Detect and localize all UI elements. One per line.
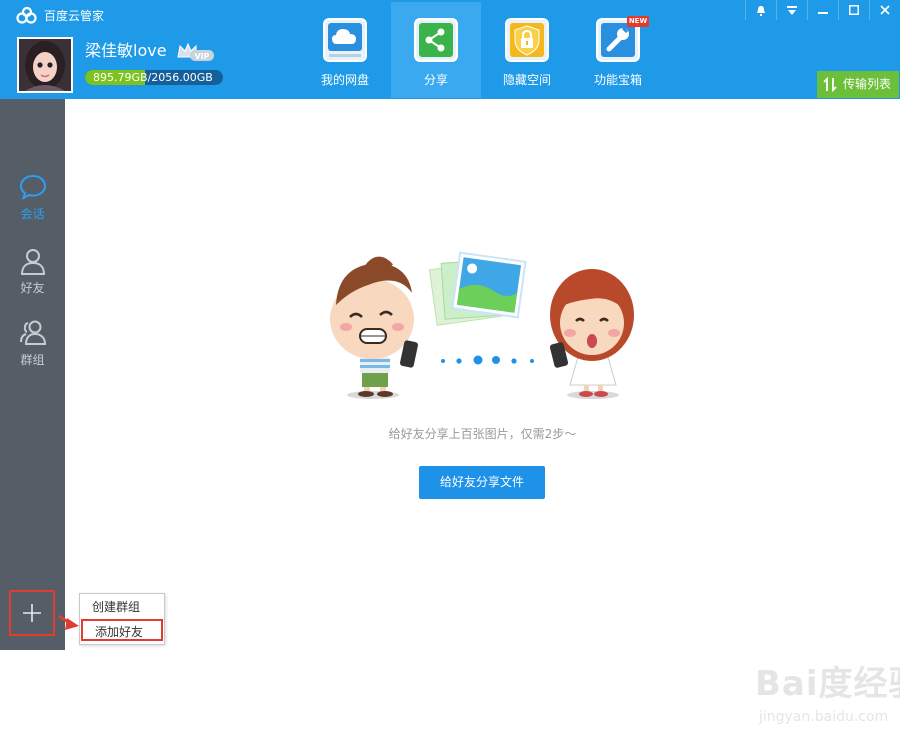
lock-icon	[505, 18, 549, 62]
baidu-jingyan-watermark: Bai度经验 jingyan.baidu.com	[755, 664, 900, 734]
tab-share[interactable]: 分享	[391, 2, 481, 98]
cloud-drive-icon	[323, 18, 367, 62]
transfer-list-button[interactable]: 传输列表	[817, 71, 899, 98]
sidebar-item-groups[interactable]: 群组	[0, 318, 65, 380]
tab-toolbox[interactable]: NEW 功能宝箱	[573, 2, 663, 98]
menu-item-create-group[interactable]: 创建群组	[80, 596, 164, 618]
minimize-button[interactable]	[807, 0, 838, 20]
watermark-text: Bai度经验	[755, 664, 900, 704]
group-icon	[20, 320, 47, 345]
girl-character	[549, 269, 634, 399]
transfer-list-label: 传输列表	[843, 77, 892, 91]
sidebar-label-friends: 好友	[20, 281, 45, 295]
plus-icon	[23, 604, 41, 622]
left-sidebar: 会话 好友 群组	[0, 99, 65, 650]
sidebar-label-groups: 群组	[20, 353, 45, 367]
vip-crown-icon[interactable]: VIP	[176, 42, 216, 62]
add-button[interactable]	[9, 590, 55, 636]
tab-hidden-space[interactable]: 隐藏空间	[482, 2, 572, 98]
progress-dots	[441, 355, 534, 365]
sidebar-item-friends[interactable]: 好友	[0, 246, 65, 308]
app-title: 百度云管家	[44, 9, 105, 23]
friend-icon	[20, 249, 46, 275]
add-popup-menu: 创建群组 添加好友	[79, 593, 165, 645]
tab-toolbox-label: 功能宝箱	[593, 73, 642, 87]
baidu-cloud-logo-icon	[16, 7, 37, 24]
notification-button[interactable]	[745, 0, 776, 20]
share-illustration	[330, 251, 634, 399]
photo-stack	[428, 251, 527, 326]
storage-quota-text: 895.79GB/2056.00GB	[85, 70, 223, 85]
menu-item-add-friend[interactable]: 添加好友	[81, 619, 163, 641]
close-icon	[880, 5, 890, 15]
boy-character	[330, 256, 418, 399]
svg-text:VIP: VIP	[194, 52, 209, 61]
title-bar: 百度云管家 梁佳敏love VIP 895.79GB/2056.00GB 我的网…	[0, 0, 900, 99]
share-main-panel: 给好友分享上百张图片，仅需2步～ 给好友分享文件 Bai度经验 jingyan.…	[65, 99, 900, 725]
bell-icon	[757, 5, 765, 16]
username: 梁佳敏love	[85, 41, 167, 60]
sidebar-item-chat[interactable]: 会话	[0, 172, 65, 234]
maximize-button[interactable]	[838, 0, 869, 20]
tab-hidden-space-label: 隐藏空间	[502, 73, 551, 87]
avatar[interactable]	[17, 37, 73, 93]
minimize-icon	[818, 12, 828, 14]
watermark-url: jingyan.baidu.com	[759, 709, 889, 725]
pointer-arrow-icon	[58, 614, 79, 630]
quota-used: 895.79GB	[93, 71, 148, 84]
tab-my-drive[interactable]: 我的网盘	[300, 2, 390, 98]
tab-share-label: 分享	[423, 73, 448, 87]
window-controls	[745, 0, 900, 20]
close-button[interactable]	[869, 0, 900, 20]
menu-button[interactable]	[776, 0, 807, 20]
user-portrait-icon	[19, 39, 71, 91]
sidebar-label-chat: 会话	[20, 207, 45, 221]
new-badge: NEW	[627, 16, 649, 27]
share-hint-text: 给好友分享上百张图片，仅需2步～	[388, 427, 577, 441]
maximize-icon	[849, 5, 859, 15]
storage-quota-bar: 895.79GB/2056.00GB	[85, 70, 223, 85]
quota-total: /2056.00GB	[147, 71, 213, 84]
tab-my-drive-label: 我的网盘	[320, 73, 369, 87]
share-files-button[interactable]: 给好友分享文件	[419, 466, 545, 499]
transfer-arrows-icon	[823, 77, 837, 92]
share-icon	[414, 18, 458, 62]
dropdown-menu-icon	[787, 5, 797, 15]
chat-icon	[19, 174, 47, 201]
